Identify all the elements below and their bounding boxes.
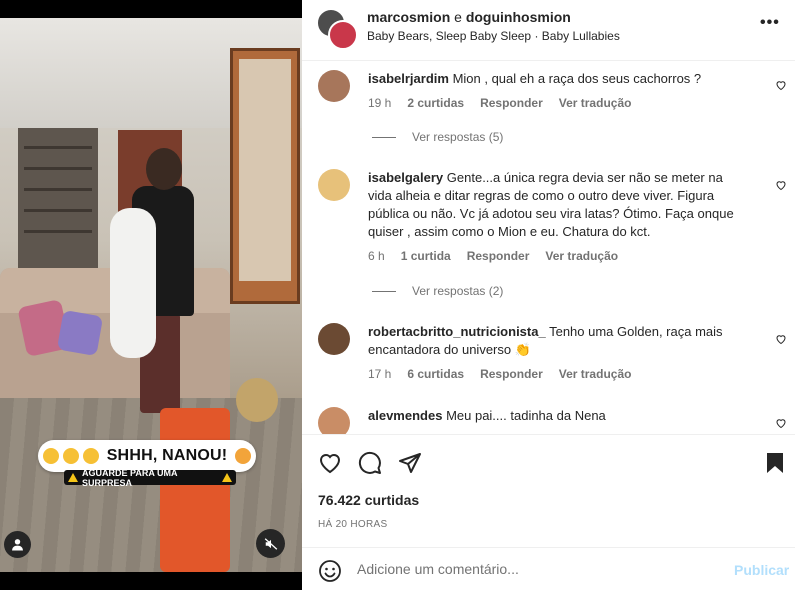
author-joiner: e	[454, 9, 462, 25]
mute-button[interactable]	[256, 529, 285, 558]
heart-eyes-icon	[235, 448, 252, 464]
comment-body: robertacbritto_nutricionista_ Tenho uma …	[368, 323, 748, 359]
share-icon[interactable]	[398, 451, 422, 475]
view-replies-button[interactable]: Ver respostas (5)	[372, 130, 503, 144]
video-frame[interactable]	[0, 18, 302, 572]
avatar[interactable]	[328, 20, 358, 50]
author-username[interactable]: doguinhosmion	[466, 9, 571, 25]
comment-body: alevmendes Meu pai.... tadinha da Nena	[368, 407, 748, 425]
comment-input[interactable]	[357, 561, 717, 577]
comment-body: isabelgalery Gente...a única regra devia…	[368, 169, 748, 241]
post-header: marcosmion e doguinhosmion Baby Bears, S…	[302, 0, 795, 61]
replies-divider	[372, 136, 396, 138]
comment-icon[interactable]	[358, 451, 382, 475]
reply-button[interactable]: Responder	[480, 367, 543, 381]
comment-text: Mion , qual eh a raça dos seus cachorros…	[452, 71, 702, 86]
comment-likes[interactable]: 2 curtidas	[407, 96, 464, 110]
comment-likes[interactable]: 6 curtidas	[407, 367, 464, 381]
like-count[interactable]: 76.422 curtidas	[318, 492, 419, 508]
emoji-icon[interactable]	[318, 559, 342, 583]
avatar[interactable]	[318, 323, 350, 355]
comment-meta: 19 h 2 curtidas Responder Ver tradução	[368, 96, 631, 110]
heart-icon[interactable]	[775, 79, 787, 91]
comment-meta: 6 h 1 curtida Responder Ver tradução	[368, 249, 618, 263]
more-options-button[interactable]: •••	[760, 14, 780, 32]
substicker-text: AGUARDE PARA UMA SURPRESA	[82, 467, 178, 488]
post-timestamp[interactable]: HÁ 20 HORAS	[318, 519, 387, 530]
add-comment-bar: Publicar	[302, 547, 795, 590]
translate-button[interactable]: Ver tradução	[559, 367, 632, 381]
post-authors: marcosmion e doguinhosmion	[367, 9, 571, 25]
heart-icon[interactable]	[775, 417, 787, 429]
scene-door	[230, 48, 300, 304]
collab-avatars[interactable]	[316, 8, 358, 50]
avatar[interactable]	[318, 169, 350, 201]
scene-orange-chair	[160, 408, 230, 572]
comment-time: 19 h	[368, 96, 392, 110]
muted-speaker-icon	[264, 537, 277, 550]
author-username[interactable]: marcosmion	[367, 9, 450, 25]
scene-pillow	[56, 309, 104, 357]
post-actions: 76.422 curtidas HÁ 20 HORAS	[302, 434, 795, 548]
comment-username[interactable]: alevmendes	[368, 408, 442, 423]
user-icon	[12, 539, 23, 551]
reply-button[interactable]: Responder	[467, 249, 530, 263]
like-heart-icon[interactable]	[318, 451, 342, 475]
comments-list[interactable]: isabelrjardim Mion , qual eh a raça dos …	[302, 61, 795, 434]
scene-lamp	[236, 378, 278, 422]
video-pane[interactable]: SHHH, NANOU! AGUARDE PARA UMA SURPRESA	[0, 0, 302, 590]
comment-username[interactable]: isabelrjardim	[368, 71, 449, 86]
comment-time: 6 h	[368, 249, 385, 263]
comment-username[interactable]: robertacbritto_nutricionista_	[368, 324, 546, 339]
sticker-text: SHHH, NANOU!	[106, 447, 228, 464]
shushing-face-icon	[42, 448, 59, 464]
translate-button[interactable]: Ver tradução	[545, 249, 618, 263]
bookmark-icon[interactable]	[765, 451, 785, 475]
avatar[interactable]	[318, 407, 350, 434]
tagged-users-button[interactable]	[4, 531, 31, 558]
comment-body: isabelrjardim Mion , qual eh a raça dos …	[368, 70, 748, 88]
avatar[interactable]	[318, 70, 350, 102]
comment-likes[interactable]: 1 curtida	[401, 249, 451, 263]
scene-person-holding-baby	[110, 148, 194, 428]
post-sidebar: marcosmion e doguinhosmion Baby Bears, S…	[302, 0, 795, 590]
comment-username[interactable]: isabelgalery	[368, 170, 443, 185]
view-replies-label[interactable]: Ver respostas (2)	[412, 284, 503, 298]
comment-time: 17 h	[368, 367, 392, 381]
comment-text: Meu pai.... tadinha da Nena	[446, 408, 606, 423]
video-substicker: AGUARDE PARA UMA SURPRESA	[64, 467, 236, 488]
shushing-face-icon	[62, 448, 79, 464]
reply-button[interactable]: Responder	[480, 96, 543, 110]
audio-track-link[interactable]: Baby Bears, Sleep Baby Sleep · Baby Lull…	[367, 29, 620, 43]
action-icons	[318, 451, 422, 475]
comment-meta: 17 h 6 curtidas Responder Ver tradução	[368, 367, 631, 381]
warning-icon	[222, 473, 232, 482]
scene-bookshelf	[18, 128, 98, 268]
view-replies-label[interactable]: Ver respostas (5)	[412, 130, 503, 144]
view-replies-button[interactable]: Ver respostas (2)	[372, 284, 503, 298]
translate-button[interactable]: Ver tradução	[559, 96, 632, 110]
warning-icon	[68, 473, 78, 482]
replies-divider	[372, 290, 396, 292]
heart-icon[interactable]	[775, 333, 787, 345]
shushing-face-icon	[82, 448, 99, 464]
heart-icon[interactable]	[775, 179, 787, 191]
publish-button[interactable]: Publicar	[734, 562, 789, 578]
